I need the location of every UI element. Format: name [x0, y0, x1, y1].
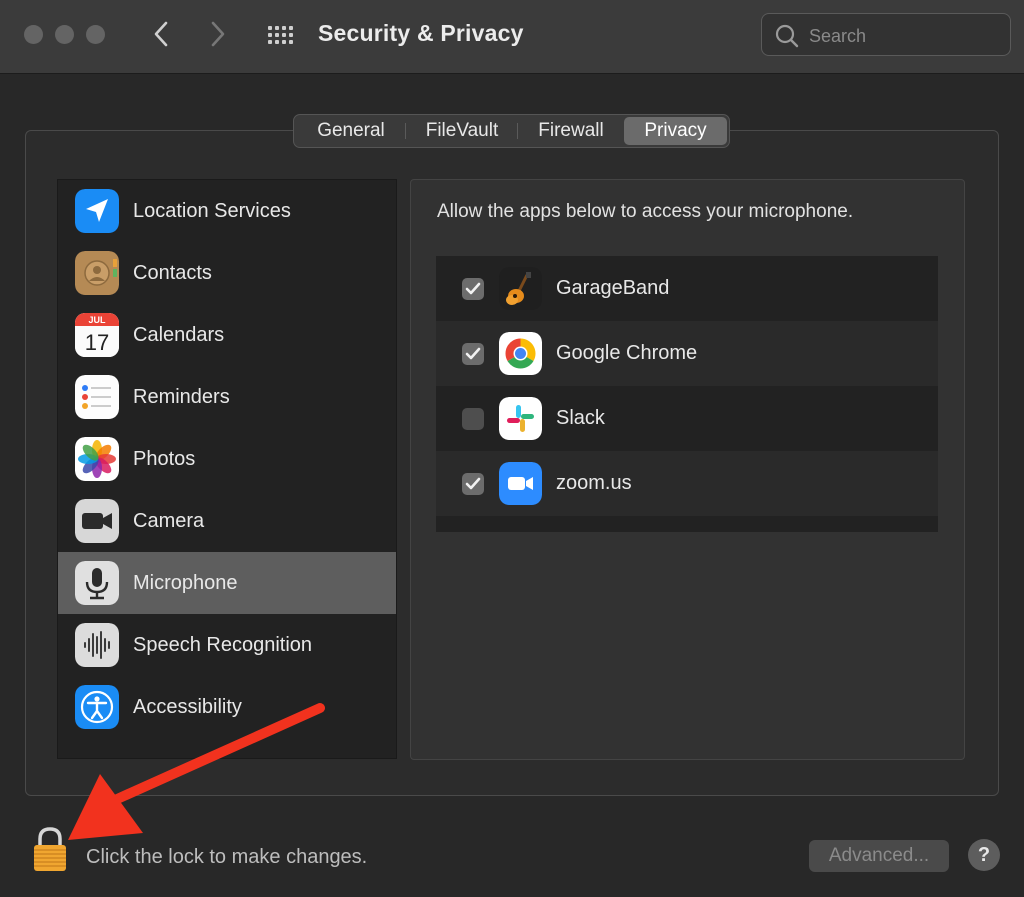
- list-item-google-chrome: Google Chrome: [436, 321, 938, 386]
- sidebar-item-photos[interactable]: Photos: [58, 428, 396, 490]
- app-name: GarageBand: [556, 277, 670, 299]
- slack-icon: [499, 397, 542, 440]
- sidebar-item-label: Microphone: [133, 571, 238, 594]
- search-icon: [775, 24, 799, 48]
- privacy-category-list: Location Services Contacts JUL 17 Calend…: [57, 179, 397, 759]
- sidebar-item-calendars[interactable]: JUL 17 Calendars: [58, 304, 396, 366]
- close-window-button[interactable]: [24, 25, 43, 44]
- app-name: zoom.us: [556, 472, 632, 494]
- tab-bar: General FileVault Firewall Privacy: [293, 114, 730, 148]
- advanced-button[interactable]: Advanced...: [809, 840, 949, 872]
- search-placeholder: Search: [809, 26, 867, 46]
- checkmark-icon: [465, 477, 481, 490]
- sidebar-item-label: Accessibility: [133, 695, 242, 718]
- accessibility-icon: [75, 685, 119, 729]
- google-chrome-checkbox[interactable]: [462, 343, 484, 365]
- garageband-icon: [499, 267, 542, 310]
- list-item-zoom: zoom.us: [436, 451, 938, 516]
- show-all-grid-button[interactable]: [264, 20, 298, 50]
- sidebar-item-reminders[interactable]: Reminders: [58, 366, 396, 428]
- zoom-icon: [499, 462, 542, 505]
- list-item-slack: Slack: [436, 386, 938, 451]
- waveform-icon: [75, 623, 119, 667]
- zoom-window-button[interactable]: [86, 25, 105, 44]
- list-empty-row: [436, 516, 938, 532]
- chrome-icon: [499, 332, 542, 375]
- help-button[interactable]: ?: [968, 839, 1000, 871]
- calendar-icon: JUL 17: [75, 313, 119, 357]
- window-title: Security & Privacy: [318, 20, 524, 46]
- tab-filevault[interactable]: FileVault: [406, 117, 518, 145]
- chevron-left-icon: [154, 21, 168, 47]
- list-item-garageband: GarageBand: [436, 256, 938, 321]
- checkmark-icon: [465, 282, 481, 295]
- calendar-day: 17: [85, 330, 109, 355]
- zoom-checkbox[interactable]: [462, 473, 484, 495]
- checkmark-icon: [465, 347, 481, 360]
- tab-firewall[interactable]: Firewall: [518, 117, 624, 145]
- location-arrow-icon: [75, 189, 119, 233]
- title-bar: Security & Privacy Search: [0, 0, 1024, 74]
- slack-checkbox[interactable]: [462, 408, 484, 430]
- app-permission-list: GarageBand Google Chrome Slack zoom.us: [436, 256, 938, 532]
- sidebar-item-label: Photos: [133, 447, 196, 470]
- sidebar-item-location-services[interactable]: Location Services: [58, 180, 396, 242]
- tab-general[interactable]: General: [296, 117, 406, 145]
- calendar-month: JUL: [88, 315, 106, 325]
- sidebar-item-speech-recognition[interactable]: Speech Recognition: [58, 614, 396, 676]
- permission-description: Allow the apps below to access your micr…: [437, 201, 854, 222]
- microphone-icon: [75, 561, 119, 605]
- reminders-icon: [75, 375, 119, 419]
- minimize-window-button[interactable]: [55, 25, 74, 44]
- sidebar-item-microphone[interactable]: Microphone: [58, 552, 396, 614]
- contacts-icon: [75, 251, 119, 295]
- chevron-right-icon: [211, 21, 225, 47]
- lock-icon: [34, 827, 66, 871]
- garageband-checkbox[interactable]: [462, 278, 484, 300]
- tab-privacy[interactable]: Privacy: [624, 117, 727, 145]
- sidebar-item-label: Camera: [133, 509, 205, 532]
- sidebar-item-label: Location Services: [133, 199, 291, 222]
- search-field[interactable]: Search: [761, 13, 1011, 56]
- lock-button[interactable]: [30, 826, 70, 879]
- sidebar-item-label: Calendars: [133, 323, 225, 346]
- lock-hint-text: Click the lock to make changes.: [86, 846, 368, 868]
- sidebar-item-accessibility[interactable]: Accessibility: [58, 676, 396, 738]
- forward-button[interactable]: [203, 18, 233, 50]
- sidebar-item-label: Contacts: [133, 261, 212, 284]
- sidebar-item-label: Speech Recognition: [133, 633, 313, 656]
- app-name: Slack: [556, 407, 605, 429]
- sidebar-item-label: Reminders: [133, 385, 230, 408]
- sidebar-item-contacts[interactable]: Contacts: [58, 242, 396, 304]
- app-name: Google Chrome: [556, 342, 698, 364]
- back-button[interactable]: [146, 18, 176, 50]
- sidebar-item-camera[interactable]: Camera: [58, 490, 396, 552]
- photos-icon: [75, 437, 119, 481]
- camera-icon: [75, 499, 119, 543]
